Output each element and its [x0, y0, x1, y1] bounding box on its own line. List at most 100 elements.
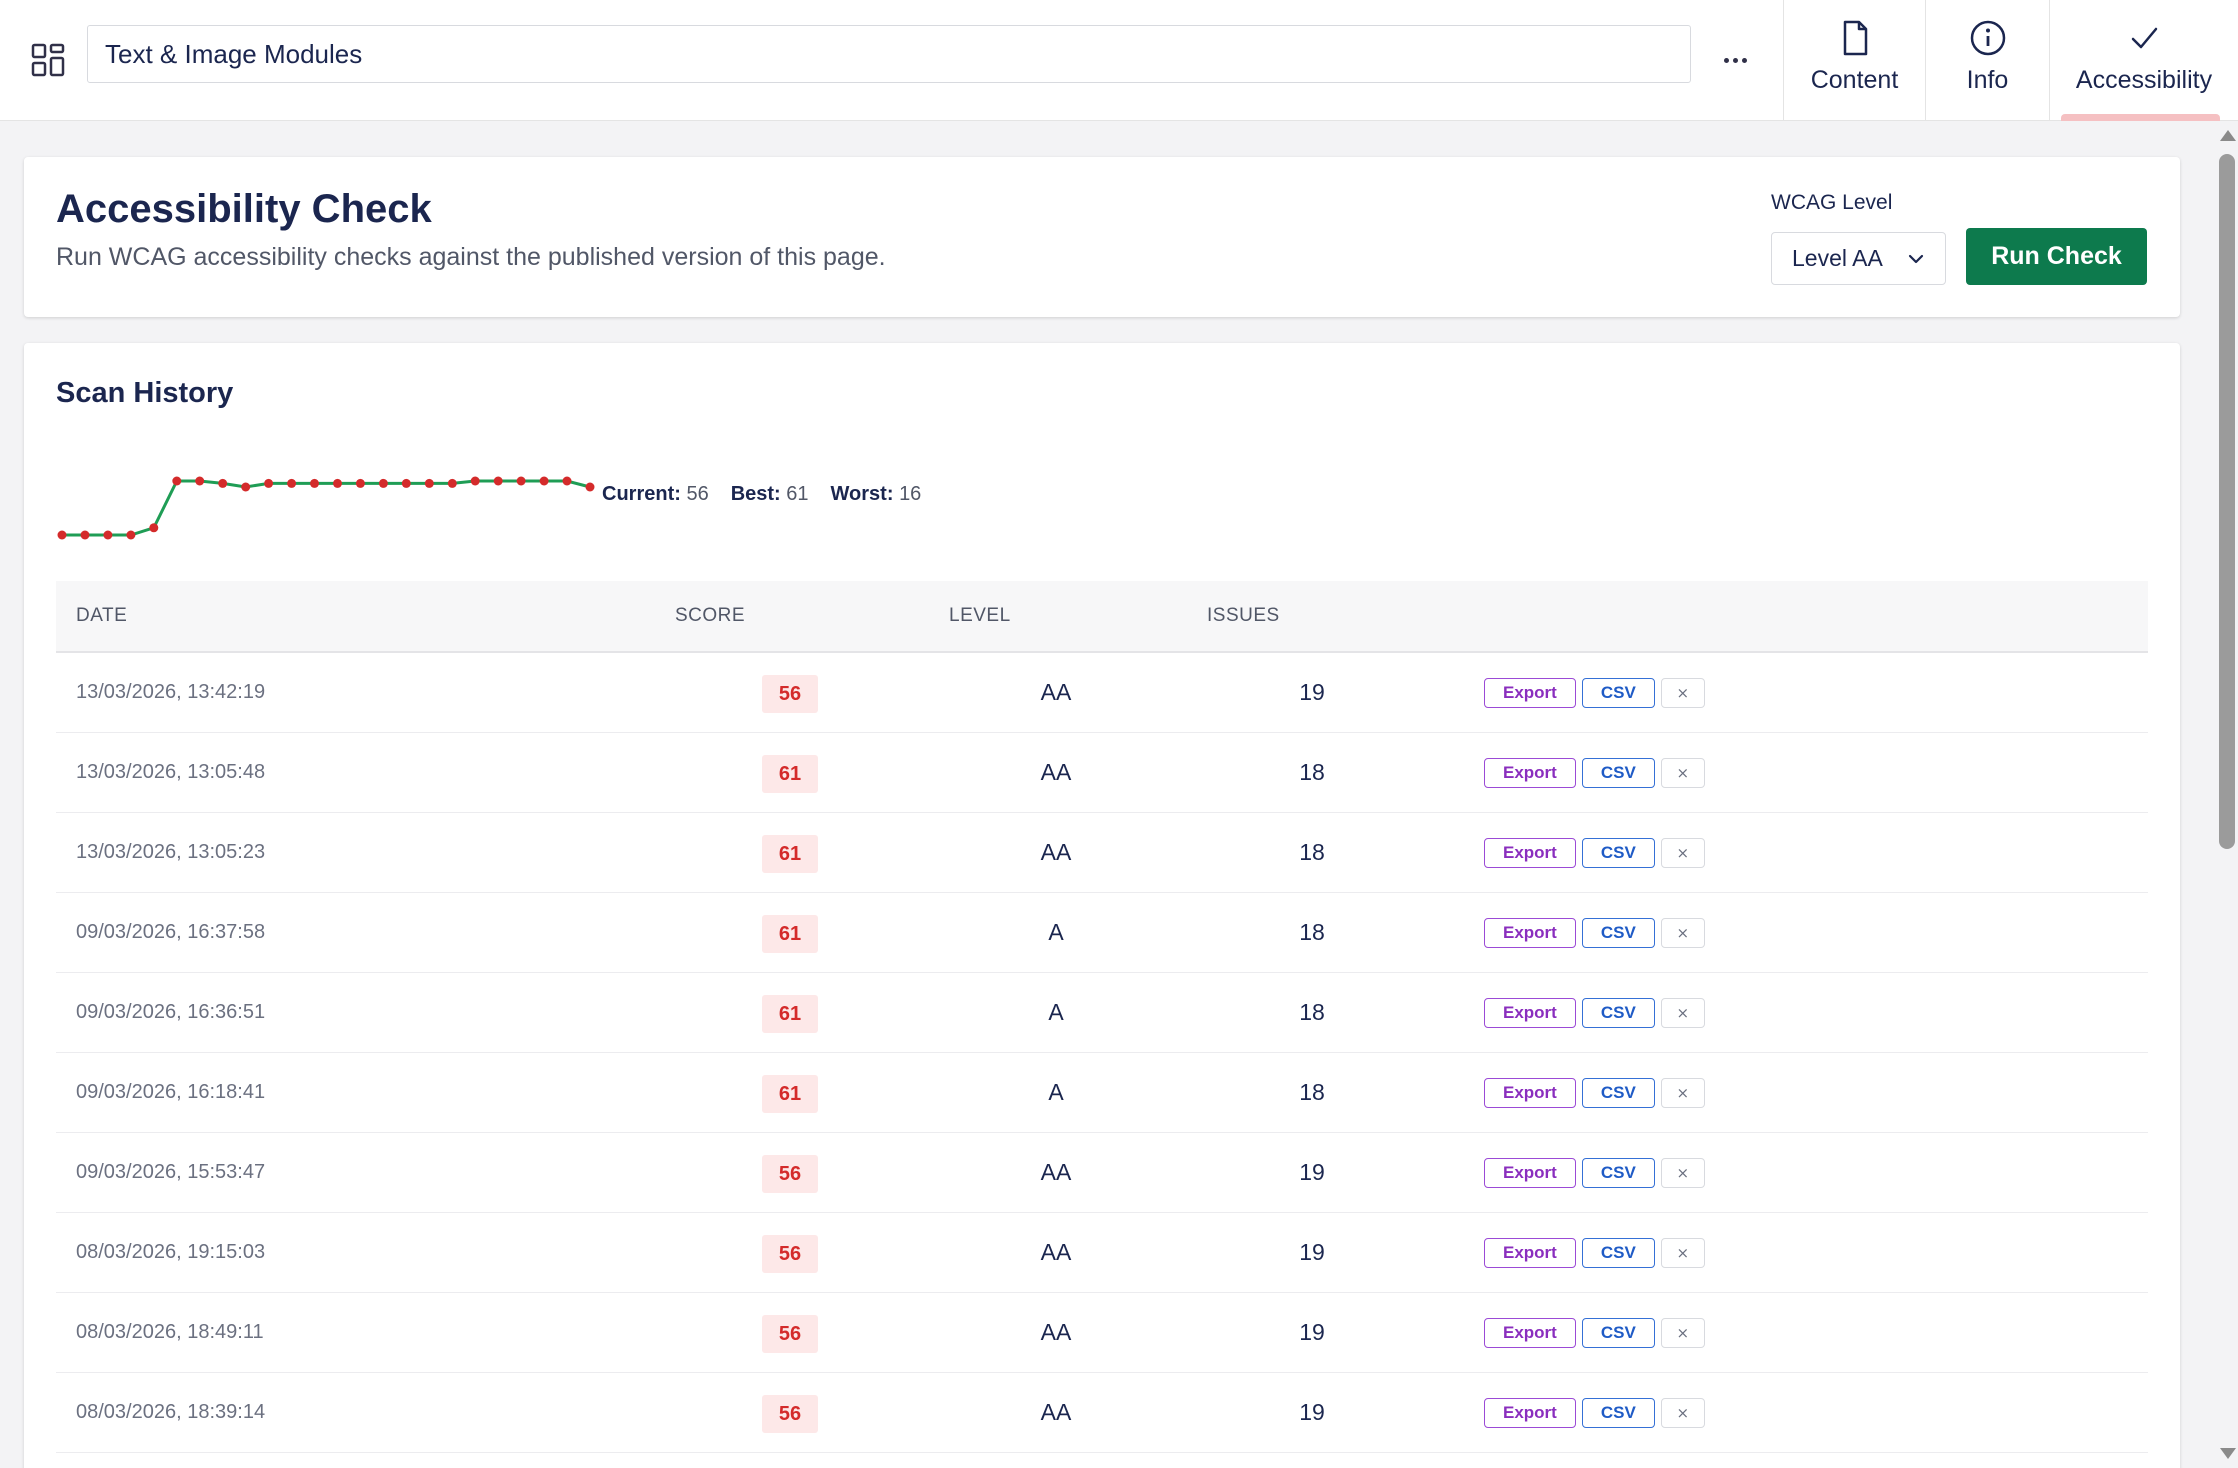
- score-sparkline: [57, 476, 595, 540]
- table-row: 08/03/2026, 18:49:11 56 AA 19 Export CSV ×: [56, 1293, 2148, 1373]
- delete-scan-button[interactable]: ×: [1660, 998, 1705, 1028]
- row-actions: Export CSV ×: [1484, 838, 1705, 868]
- export-button[interactable]: Export: [1484, 1318, 1576, 1348]
- row-date: 09/03/2026, 16:36:51: [76, 1001, 266, 1023]
- delete-scan-button[interactable]: ×: [1660, 1238, 1705, 1268]
- scrollbar-thumb[interactable]: [2219, 154, 2235, 849]
- csv-button[interactable]: CSV: [1581, 1238, 1655, 1268]
- row-issues: 19: [1299, 1159, 1325, 1185]
- delete-scan-button[interactable]: ×: [1660, 1078, 1705, 1108]
- score-badge: 56: [762, 1315, 818, 1353]
- export-button[interactable]: Export: [1484, 1078, 1576, 1108]
- sparkline-stats: Current: 56 Best: 61 Worst: 16: [602, 483, 921, 506]
- csv-button[interactable]: CSV: [1581, 1398, 1655, 1428]
- check-icon: [2131, 27, 2158, 49]
- row-issues: 18: [1299, 919, 1325, 945]
- delete-scan-button[interactable]: ×: [1660, 1398, 1705, 1428]
- csv-button[interactable]: CSV: [1581, 838, 1655, 868]
- sparkline-point: [355, 478, 365, 488]
- score-badge: 56: [762, 675, 818, 713]
- delete-scan-button[interactable]: ×: [1660, 1158, 1705, 1188]
- column-header-issues: ISSUES: [1207, 605, 1280, 626]
- run-check-button[interactable]: Run Check: [1966, 228, 2147, 285]
- delete-scan-button[interactable]: ×: [1660, 918, 1705, 948]
- sparkline-point: [310, 478, 319, 488]
- active-tab-indicator: [2061, 114, 2220, 121]
- export-button[interactable]: Export: [1484, 1158, 1576, 1188]
- page-name-input[interactable]: [87, 25, 1691, 83]
- export-button[interactable]: Export: [1484, 1398, 1576, 1428]
- export-button[interactable]: Export: [1484, 998, 1576, 1028]
- score-badge: 61: [762, 915, 818, 953]
- row-issues: 19: [1299, 1399, 1325, 1425]
- column-header-level: LEVEL: [949, 605, 1011, 626]
- sparkline-point: [562, 476, 572, 486]
- row-issues: 19: [1299, 1239, 1325, 1265]
- table-row: 09/03/2026, 16:36:51 61 A 18 Export CSV ×: [56, 973, 2148, 1053]
- csv-button[interactable]: CSV: [1581, 1158, 1655, 1188]
- wcag-level-label: WCAG Level: [1771, 191, 1893, 214]
- export-button[interactable]: Export: [1484, 838, 1576, 868]
- accessibility-check-card: Accessibility Check Run WCAG accessibili…: [24, 157, 2180, 317]
- row-actions: Export CSV ×: [1484, 1318, 1705, 1348]
- row-actions: Export CSV ×: [1484, 678, 1705, 708]
- export-button[interactable]: Export: [1484, 1238, 1576, 1268]
- csv-button[interactable]: CSV: [1581, 678, 1655, 708]
- row-actions: Export CSV ×: [1484, 1078, 1705, 1108]
- row-date: 13/03/2026, 13:05:48: [76, 761, 266, 783]
- tab-content[interactable]: Content: [1783, 0, 1925, 121]
- export-button[interactable]: Export: [1484, 678, 1576, 708]
- wcag-level-select[interactable]: Level AA: [1771, 232, 1946, 285]
- sparkline-point: [149, 523, 159, 533]
- sparkline-point: [264, 478, 274, 488]
- row-level: AA: [1040, 1399, 1072, 1425]
- sparkline-point: [241, 482, 251, 492]
- sparkline-point: [195, 476, 205, 486]
- row-level: A: [1048, 1079, 1064, 1105]
- tab-info[interactable]: Info: [1925, 0, 2049, 121]
- csv-button[interactable]: CSV: [1581, 758, 1655, 788]
- row-issues: 18: [1299, 1079, 1325, 1105]
- column-header-score: SCORE: [675, 605, 746, 626]
- row-date: 09/03/2026, 16:18:41: [76, 1081, 266, 1103]
- delete-scan-button[interactable]: ×: [1660, 678, 1705, 708]
- csv-button[interactable]: CSV: [1581, 1078, 1655, 1108]
- score-badge: 61: [762, 995, 818, 1033]
- more-options-icon[interactable]: [1710, 30, 1760, 90]
- vertical-scrollbar[interactable]: [2216, 122, 2238, 1468]
- app-grid-icon[interactable]: [30, 42, 66, 78]
- delete-scan-button[interactable]: ×: [1660, 1318, 1705, 1348]
- tab-accessibility[interactable]: Accessibility: [2049, 0, 2238, 121]
- row-level: AA: [1040, 1159, 1072, 1185]
- wcag-level-value: Level AA: [1792, 245, 1883, 271]
- csv-button[interactable]: CSV: [1581, 1318, 1655, 1348]
- csv-button[interactable]: CSV: [1581, 998, 1655, 1028]
- sparkline-point: [126, 530, 136, 540]
- export-button[interactable]: Export: [1484, 758, 1576, 788]
- sparkline-point: [401, 478, 411, 488]
- sparkline-point: [378, 478, 388, 488]
- delete-scan-button[interactable]: ×: [1660, 758, 1705, 788]
- sparkline-point: [333, 478, 342, 488]
- score-badge: 61: [762, 835, 818, 873]
- row-actions: Export CSV ×: [1484, 1398, 1705, 1428]
- tab-content-label: Content: [1810, 66, 1899, 94]
- score-badge: 56: [762, 1395, 818, 1433]
- stat-best: Best: 61: [730, 483, 809, 505]
- delete-scan-button[interactable]: ×: [1660, 838, 1705, 868]
- row-level: AA: [1040, 1319, 1072, 1345]
- scroll-down-arrow-icon[interactable]: [2220, 1448, 2236, 1459]
- column-header-date: DATE: [76, 605, 128, 626]
- row-date: 13/03/2026, 13:42:19: [76, 681, 266, 703]
- scroll-up-arrow-icon[interactable]: [2220, 130, 2236, 141]
- sparkline-point: [585, 482, 595, 492]
- table-row: 13/03/2026, 13:05:48 61 AA 18 Export CSV ×: [56, 733, 2148, 813]
- csv-button[interactable]: CSV: [1581, 918, 1655, 948]
- row-level: AA: [1040, 759, 1072, 785]
- table-row: 13/03/2026, 13:05:23 61 AA 18 Export CSV ×: [56, 813, 2148, 893]
- row-date: 08/03/2026, 19:15:03: [76, 1241, 266, 1263]
- export-button[interactable]: Export: [1484, 918, 1576, 948]
- row-issues: 18: [1299, 759, 1325, 785]
- sparkline-point: [287, 478, 297, 488]
- tab-info-label: Info: [1966, 66, 2009, 94]
